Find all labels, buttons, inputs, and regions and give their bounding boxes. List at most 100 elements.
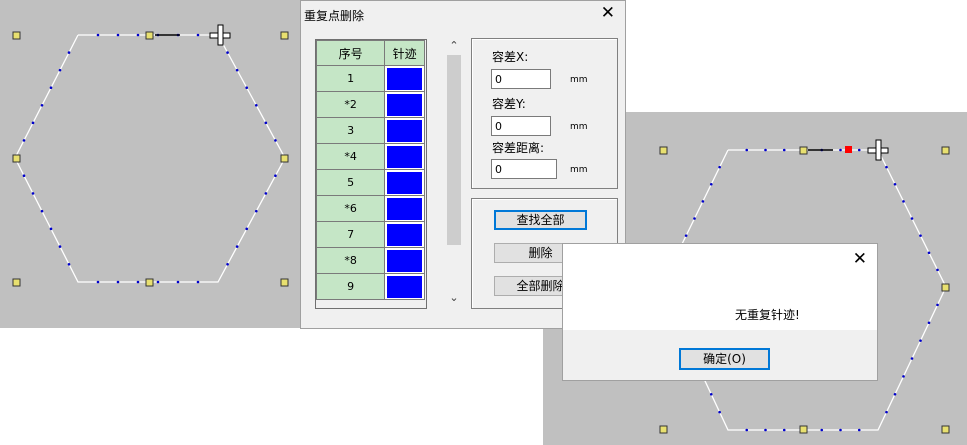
stitch-point — [136, 280, 140, 284]
stitch-point — [67, 51, 71, 54]
table-row[interactable]: 1 — [316, 65, 425, 92]
stitch-point — [885, 165, 888, 169]
stitch-point — [764, 148, 767, 152]
stitch-point — [31, 121, 35, 125]
stitch-point — [274, 139, 277, 142]
stitch-point — [718, 410, 721, 414]
find-all-button[interactable]: 查找全部 — [494, 210, 587, 230]
stitch-point — [936, 268, 939, 272]
stitch-point — [902, 375, 905, 378]
stitch-point — [782, 148, 786, 152]
stitch-table[interactable]: 序号 针迹 1 *2 3 *4 5 *6 7 *8 9 — [315, 39, 427, 309]
stitch-point — [910, 217, 914, 220]
handle-bottom-left — [659, 425, 668, 434]
stitch-point — [58, 68, 62, 72]
handle-top-left — [659, 146, 668, 155]
stitch-point — [176, 280, 180, 284]
row-index: *8 — [316, 247, 386, 274]
tolerance-x-unit: mm — [570, 75, 588, 85]
stitch-point — [226, 51, 229, 54]
stitch-point — [893, 182, 897, 186]
color-swatch — [384, 273, 425, 300]
message-box: ✕ 无重复针迹! 确定(O) — [562, 243, 878, 381]
stitch-point — [22, 174, 26, 178]
crosshair-cursor-icon — [867, 139, 889, 161]
stitch-point — [22, 139, 26, 142]
handle-bottom-center — [799, 425, 808, 434]
scroll-thumb[interactable] — [447, 55, 461, 245]
stitch-point — [782, 428, 786, 432]
stitch-point — [49, 86, 53, 90]
table-row[interactable]: 3 — [316, 117, 425, 144]
ok-button[interactable]: 确定(O) — [679, 348, 770, 370]
stitch-point — [49, 227, 53, 231]
stitch-point — [116, 280, 120, 284]
stitch-point — [40, 209, 44, 213]
stitch-point — [264, 121, 268, 125]
color-swatch — [384, 143, 425, 170]
handle-top-left — [12, 31, 21, 40]
stitch-point — [254, 103, 258, 107]
table-row[interactable]: 7 — [316, 221, 425, 248]
tolerance-y-label: 容差Y: — [492, 97, 526, 111]
table-row[interactable]: *2 — [316, 91, 425, 118]
stitch-point — [902, 200, 905, 203]
tolerance-distance-input[interactable] — [491, 159, 557, 179]
table-row[interactable]: *8 — [316, 247, 425, 274]
row-index: *4 — [316, 143, 386, 170]
tolerance-x-input[interactable] — [491, 69, 551, 89]
color-swatch — [384, 91, 425, 118]
handle-bottom-right — [941, 425, 950, 434]
close-icon[interactable]: ✕ — [601, 4, 615, 22]
color-swatch — [384, 221, 425, 248]
stitch-point — [116, 33, 120, 37]
stitch-point — [684, 234, 688, 237]
stitch-point — [919, 234, 922, 237]
stitch-point — [839, 428, 842, 432]
column-header-stitch[interactable]: 针迹 — [384, 40, 425, 66]
stitch-point — [245, 227, 249, 231]
tolerance-group: 容差X: mm 容差Y: mm 容差距离: mm — [471, 38, 618, 189]
handle-bottom-center — [145, 278, 154, 287]
stitch-point — [196, 33, 200, 37]
stitch-point — [857, 428, 861, 432]
stitch-point — [96, 280, 100, 284]
handle-mid-right — [280, 154, 289, 163]
row-index: 3 — [316, 117, 386, 144]
scroll-up-icon[interactable]: ⌃ — [447, 39, 461, 52]
stitch-point — [919, 339, 922, 342]
handle-top-center — [145, 31, 154, 40]
stitch-point — [701, 200, 705, 203]
column-header-index[interactable]: 序号 — [316, 40, 386, 66]
stitch-point — [927, 251, 931, 255]
stitch-point — [820, 428, 824, 432]
table-row[interactable]: 5 — [316, 169, 425, 196]
table-row[interactable]: 9 — [316, 273, 425, 300]
handle-top-center — [799, 146, 808, 155]
stitch-point — [718, 165, 721, 169]
crosshair-cursor-icon — [209, 24, 231, 46]
row-index: *2 — [316, 91, 386, 118]
stitch-point — [245, 86, 249, 90]
table-row[interactable]: *6 — [316, 195, 425, 222]
color-swatch — [384, 247, 425, 274]
left-canvas[interactable] — [0, 0, 300, 328]
close-icon[interactable]: ✕ — [853, 250, 867, 268]
stitch-point — [226, 262, 229, 266]
row-index: 9 — [316, 273, 386, 300]
table-row[interactable]: *4 — [316, 143, 425, 170]
handle-bottom-left — [12, 278, 21, 287]
tolerance-distance-label: 容差距离: — [492, 141, 545, 155]
table-scrollbar[interactable]: ⌃ ⌄ — [447, 39, 461, 307]
handle-top-right — [280, 31, 289, 40]
tolerance-distance-unit: mm — [570, 165, 588, 175]
handle-bottom-right — [280, 278, 289, 287]
tolerance-y-input[interactable] — [491, 116, 551, 136]
color-swatch — [384, 117, 425, 144]
stitch-point — [927, 321, 931, 325]
stitch-point — [254, 209, 258, 213]
stitch-point — [96, 33, 100, 37]
color-swatch — [384, 169, 425, 196]
stitch-point — [196, 280, 200, 284]
scroll-down-icon[interactable]: ⌄ — [447, 291, 461, 304]
